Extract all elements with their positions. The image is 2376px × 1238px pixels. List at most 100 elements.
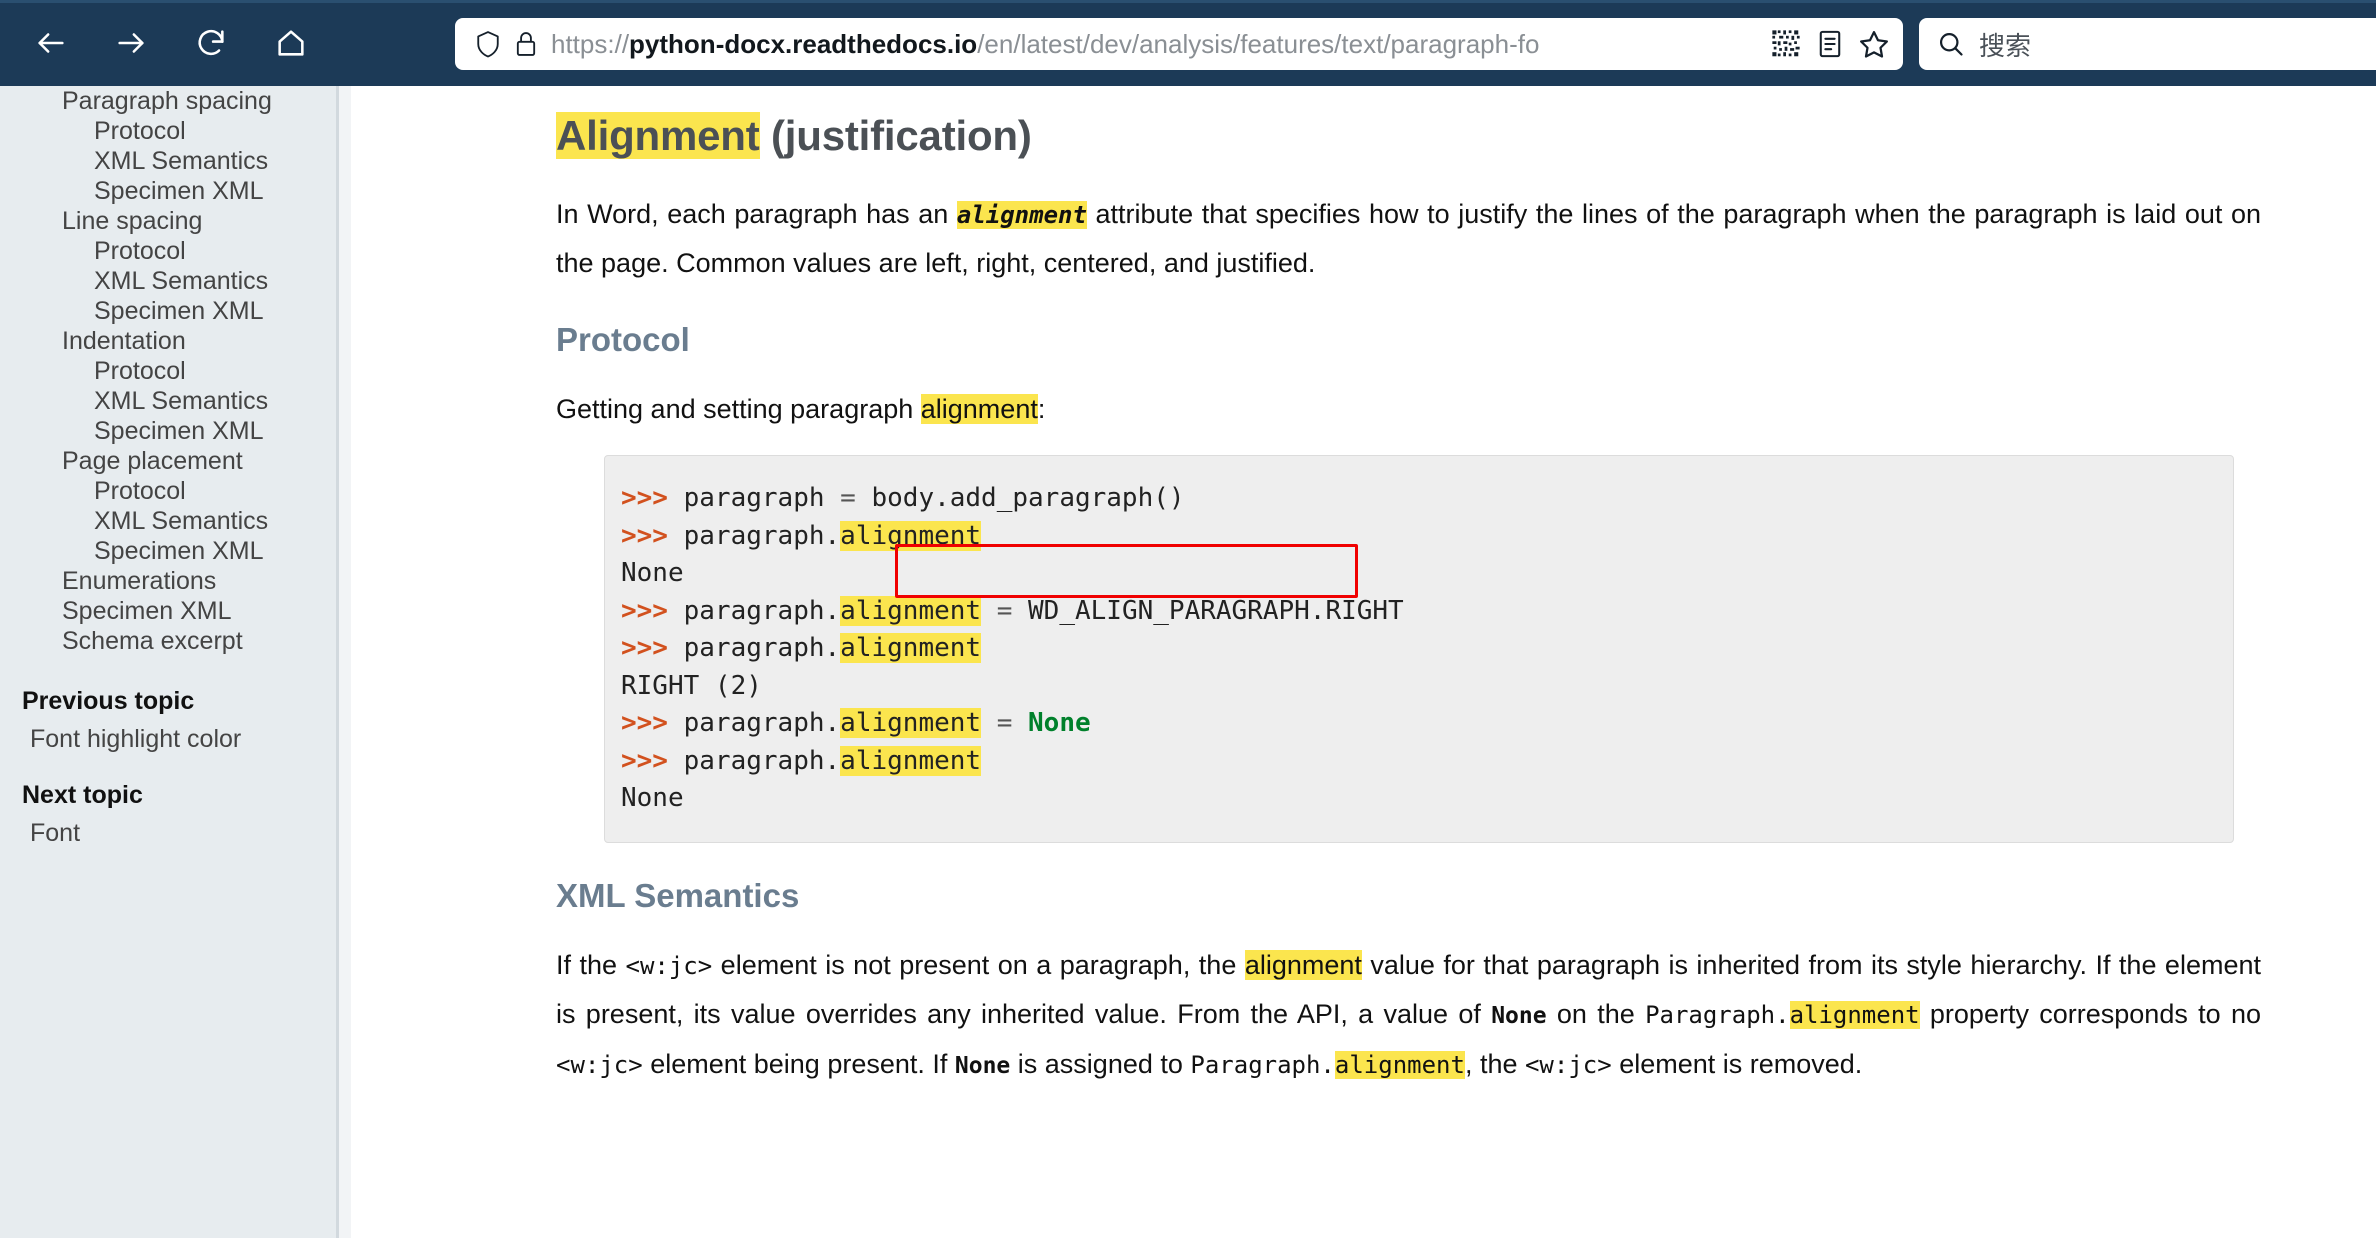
bookmark-star-icon: [1860, 31, 1888, 58]
sidebar-item-protocol-3[interactable]: Protocol: [0, 356, 336, 386]
code-token-alignment: alignment: [840, 745, 982, 776]
xs-highlight-alignment-2: alignment: [1789, 1000, 1920, 1029]
sidebar-item-page-placement[interactable]: Page placement: [0, 446, 336, 476]
site-security-button[interactable]: [507, 25, 545, 63]
sidebar-item-protocol-2[interactable]: Protocol: [0, 236, 336, 266]
xs-h: , the: [1464, 1048, 1525, 1079]
reload-icon: [198, 29, 224, 56]
xs-d: on the: [1546, 998, 1646, 1029]
code-prompt: >>>: [621, 483, 684, 514]
sidebar-item-schema-excerpt[interactable]: Schema excerpt: [0, 626, 336, 656]
page-title-highlight: Alignment: [556, 112, 760, 159]
xs-code-wjc-1: <w:jc>: [625, 951, 713, 980]
address-bar-actions: [1767, 25, 1893, 63]
code-prompt: >>>: [621, 708, 684, 739]
next-topic-link[interactable]: Font: [0, 818, 336, 848]
sidebar-item-xml-semantics-1[interactable]: XML Semantics: [0, 146, 336, 176]
xs-code-none-1: None: [1491, 1002, 1547, 1029]
qr-code-button[interactable]: [1767, 25, 1805, 63]
browser-search-bar[interactable]: 搜索: [1919, 18, 2376, 70]
sidebar-toc[interactable]: Paragraph spacing Protocol XML Semantics…: [0, 86, 336, 1238]
search-icon: [1939, 32, 1963, 56]
sidebar-item-specimen-xml-1[interactable]: Specimen XML: [0, 176, 336, 206]
protocol-lead: Getting and setting paragraph alignment:: [556, 385, 2261, 433]
intro-code-alignment: alignment: [956, 201, 1087, 230]
sidebar-item-line-spacing[interactable]: Line spacing: [0, 206, 336, 236]
code-prompt: >>>: [621, 520, 684, 551]
code-prompt: >>>: [621, 595, 684, 626]
code-prompt: >>>: [621, 745, 684, 776]
code-prompt: >>>: [621, 633, 684, 664]
sidebar-item-enumerations[interactable]: Enumerations: [0, 566, 336, 596]
arrow-right-icon: [118, 33, 144, 53]
url-host: python-docx.readthedocs.io: [629, 29, 978, 59]
sidebar-item-protocol-1[interactable]: Protocol: [0, 116, 336, 146]
main-content: Alignment (justification) In Word, each …: [351, 86, 2376, 1238]
protocol-heading: Protocol: [556, 321, 690, 359]
protocol-lead-b: :: [1037, 394, 1046, 425]
xs-g: is assigned to: [1010, 1048, 1191, 1079]
sidebar-item-specimen-xml-3[interactable]: Specimen XML: [0, 416, 336, 446]
code-token-alignment: alignment: [840, 633, 982, 664]
url-scheme: https://: [551, 29, 630, 59]
back-button[interactable]: [24, 16, 78, 70]
sidebar-scrollbar[interactable]: [339, 86, 689, 1238]
sidebar-item-paragraph-spacing[interactable]: Paragraph spacing: [0, 86, 336, 116]
page-title-rest: (justification): [759, 112, 1032, 159]
xs-e: property corresponds to no: [1919, 998, 2261, 1029]
sidebar-item-xml-semantics-2[interactable]: XML Semantics: [0, 266, 336, 296]
home-icon: [278, 30, 304, 56]
previous-topic-heading: Previous topic: [22, 687, 195, 715]
xml-semantics-paragraph: If the <w:jc> element is not present on …: [556, 941, 2261, 1090]
xs-code-paragraph-2: Paragraph.: [1190, 1050, 1335, 1079]
window-top-edge: [0, 0, 2376, 3]
url-text[interactable]: https://python-docx.readthedocs.io/en/la…: [551, 18, 1767, 70]
protocol-lead-a: Getting and setting paragraph: [556, 394, 921, 425]
xs-code-wjc-3: <w:jc>: [1524, 1050, 1612, 1079]
page-title: Alignment (justification): [556, 112, 2316, 160]
xs-f: element being present. If: [642, 1048, 955, 1079]
home-button[interactable]: [264, 16, 318, 70]
protocol-lead-highlight: alignment: [920, 394, 1038, 425]
xs-code-none-2: None: [954, 1052, 1011, 1079]
intro-paragraph: In Word, each paragraph has an alignment…: [556, 190, 2261, 287]
url-path: /en/latest/dev/analysis/features/text/pa…: [977, 29, 1540, 59]
xs-highlight-alignment-3: alignment: [1334, 1050, 1465, 1079]
code-block-protocol[interactable]: >>> paragraph = body.add_paragraph() >>>…: [604, 455, 2234, 843]
xs-b: element is not present on a paragraph, t…: [712, 949, 1245, 980]
sidebar-item-indentation[interactable]: Indentation: [0, 326, 336, 356]
intro-text-a: In Word, each paragraph has an: [556, 199, 957, 230]
search-input-placeholder[interactable]: 搜索: [1979, 26, 2031, 63]
previous-topic-link[interactable]: Font highlight color: [0, 724, 336, 754]
shield-icon: [477, 31, 499, 58]
sidebar-item-protocol-4[interactable]: Protocol: [0, 476, 336, 506]
sidebar-item-xml-semantics-3[interactable]: XML Semantics: [0, 386, 336, 416]
sidebar-item-specimen-xml-4[interactable]: Specimen XML: [0, 536, 336, 566]
lock-icon: [516, 32, 536, 56]
next-topic-heading: Next topic: [22, 781, 143, 809]
xs-code-wjc-2: <w:jc>: [556, 1050, 643, 1079]
bookmark-button[interactable]: [1855, 25, 1893, 63]
reader-view-icon: [1819, 30, 1841, 58]
xs-a: If the: [556, 949, 626, 980]
sidebar-item-specimen-xml-2[interactable]: Specimen XML: [0, 296, 336, 326]
code-keyword-none: None: [1028, 708, 1091, 739]
code-token-alignment: alignment: [840, 708, 982, 739]
reader-view-button[interactable]: [1811, 25, 1849, 63]
tracking-protection-button[interactable]: [469, 25, 507, 63]
reload-button[interactable]: [184, 16, 238, 70]
navigation-buttons: [24, 16, 318, 70]
sidebar-item-xml-semantics-4[interactable]: XML Semantics: [0, 506, 336, 536]
code-token-alignment: alignment: [840, 520, 982, 551]
xs-highlight-alignment-1: alignment: [1244, 949, 1362, 980]
address-bar[interactable]: https://python-docx.readthedocs.io/en/la…: [455, 18, 1903, 70]
forward-button[interactable]: [104, 16, 158, 70]
code-annotated-value: WD_ALIGN_PARAGRAPH.RIGHT: [1028, 595, 1404, 626]
sidebar-item-specimen-xml-5[interactable]: Specimen XML: [0, 596, 336, 626]
qr-code-icon: [1772, 30, 1800, 57]
arrow-left-icon: [38, 33, 64, 53]
